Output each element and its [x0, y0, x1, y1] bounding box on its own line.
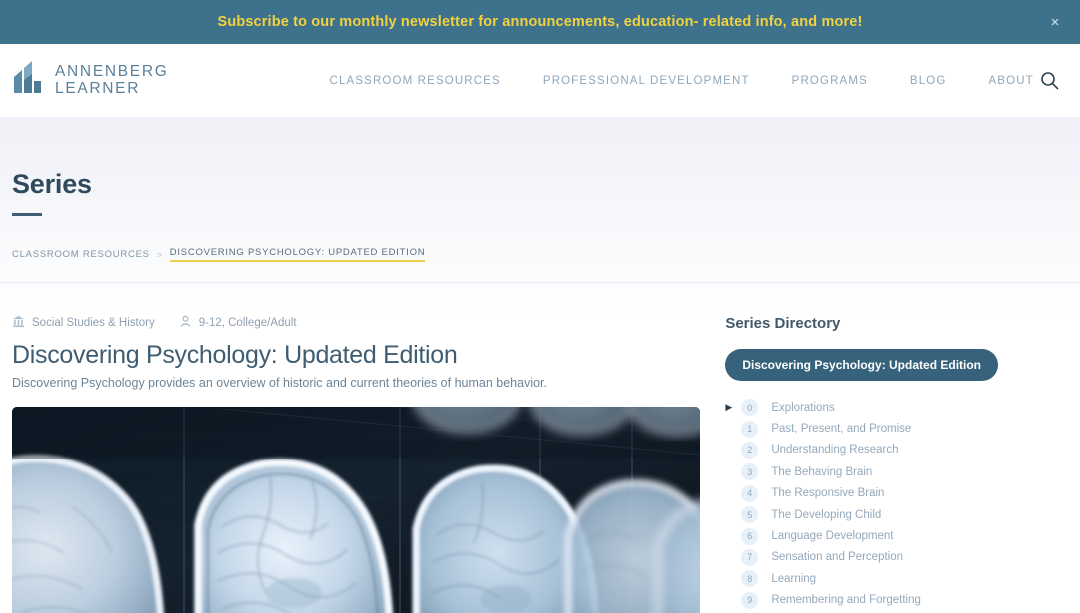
episode-number-badge: 8 — [741, 570, 759, 588]
logo-line-2: LEARNER — [55, 79, 141, 97]
episode-label[interactable]: Learning — [771, 573, 816, 585]
institution-icon — [12, 315, 25, 331]
announcement-text: Subscribe to our monthly newsletter for … — [217, 14, 863, 30]
page-title: Series — [12, 169, 92, 199]
content-columns: Social Studies & History 9-12, College/A… — [12, 315, 1068, 613]
episode-number-badge: 2 — [741, 441, 759, 459]
list-item[interactable]: 5 The Developing Child — [725, 504, 1068, 525]
page-root: Subscribe to our monthly newsletter for … — [0, 0, 1080, 613]
list-item[interactable]: 6 Language Development — [725, 525, 1068, 546]
episode-label[interactable]: Explorations — [771, 402, 834, 414]
close-icon[interactable]: × — [1044, 11, 1066, 33]
list-item[interactable]: ▶ 0 Explorations — [725, 397, 1068, 418]
page-content: Series CLASSROOM RESOURCES > DISCOVERING… — [0, 169, 1080, 613]
nav-item-professional-development[interactable]: PROFESSIONAL DEVELOPMENT — [522, 75, 771, 87]
list-item[interactable]: 3 The Behaving Brain — [725, 461, 1068, 482]
main-nav: CLASSROOM RESOURCES PROFESSIONAL DEVELOP… — [308, 75, 1054, 87]
episode-label[interactable]: Sensation and Perception — [771, 551, 903, 563]
episode-label[interactable]: Understanding Research — [771, 444, 898, 456]
chevron-right-icon[interactable]: ▶ — [725, 403, 735, 412]
announcement-banner: Subscribe to our monthly newsletter for … — [0, 0, 1080, 44]
hero-image — [12, 407, 700, 613]
list-item[interactable]: 1 Past, Present, and Promise — [725, 418, 1068, 439]
list-item[interactable]: 4 The Responsive Brain — [725, 483, 1068, 504]
logo[interactable]: ANNENBERG LEARNER — [12, 61, 168, 100]
episode-number-badge: 5 — [741, 506, 759, 524]
title-underline-rule — [12, 213, 42, 216]
breadcrumb-separator-icon: > — [156, 249, 163, 260]
meta-subject-label: Social Studies & History — [32, 317, 155, 329]
nav-item-blog[interactable]: BLOG — [889, 75, 968, 87]
logo-line-1: ANNENBERG — [55, 62, 169, 80]
meta-audience: 9-12, College/Adult — [179, 315, 297, 331]
series-directory-list: ▶ 0 Explorations 1 Past, Present, and Pr… — [725, 397, 1068, 613]
meta-audience-label: 9-12, College/Adult — [198, 317, 297, 329]
episode-number-badge: 7 — [741, 548, 759, 566]
meta-row: Social Studies & History 9-12, College/A… — [12, 315, 709, 331]
episode-label[interactable]: The Behaving Brain — [771, 466, 872, 478]
nav-item-programs[interactable]: PROGRAMS — [771, 75, 889, 87]
episode-number-badge: 0 — [741, 399, 759, 417]
audience-icon — [179, 315, 192, 331]
episode-number-badge: 9 — [741, 591, 759, 609]
episode-number-badge: 6 — [741, 527, 759, 545]
episode-label[interactable]: Past, Present, and Promise — [771, 423, 911, 435]
episode-label[interactable]: The Responsive Brain — [771, 487, 884, 499]
search-icon[interactable] — [1036, 68, 1062, 94]
site-header: ANNENBERG LEARNER CLASSROOM RESOURCES PR… — [0, 44, 1080, 117]
breadcrumb-root[interactable]: CLASSROOM RESOURCES — [12, 249, 150, 260]
nav-item-classroom-resources[interactable]: CLASSROOM RESOURCES — [308, 75, 521, 87]
list-item[interactable]: 7 Sensation and Perception — [725, 547, 1068, 568]
breadcrumb: CLASSROOM RESOURCES > DISCOVERING PSYCHO… — [12, 247, 1068, 262]
series-description: Discovering Psychology provides an overv… — [12, 376, 547, 390]
episode-number-badge: 4 — [741, 484, 759, 502]
main-column: Social Studies & History 9-12, College/A… — [12, 315, 709, 613]
breadcrumb-current[interactable]: DISCOVERING PSYCHOLOGY: UPDATED EDITION — [169, 247, 426, 262]
episode-label[interactable]: Remembering and Forgetting — [771, 594, 921, 606]
episode-number-badge: 3 — [741, 463, 759, 481]
list-item[interactable]: 9 Remembering and Forgetting — [725, 590, 1068, 611]
series-title: Discovering Psychology: Updated Edition — [12, 341, 458, 369]
episode-label[interactable]: Language Development — [771, 530, 893, 542]
episode-number-badge: 1 — [741, 420, 759, 438]
breadcrumb-divider — [0, 282, 1080, 283]
episode-label[interactable]: The Developing Child — [771, 509, 881, 521]
list-item[interactable]: 2 Understanding Research — [725, 440, 1068, 461]
logo-wordmark: ANNENBERG LEARNER — [55, 62, 169, 97]
meta-subject: Social Studies & History — [12, 315, 155, 331]
annenberg-logo-icon — [12, 61, 46, 100]
series-directory-heading: Series Directory — [725, 315, 841, 332]
list-item[interactable]: 8 Learning — [725, 568, 1068, 589]
series-directory-active-pill[interactable]: Discovering Psychology: Updated Edition — [725, 349, 999, 381]
series-directory-panel: Series Directory Discovering Psychology:… — [709, 315, 1068, 613]
